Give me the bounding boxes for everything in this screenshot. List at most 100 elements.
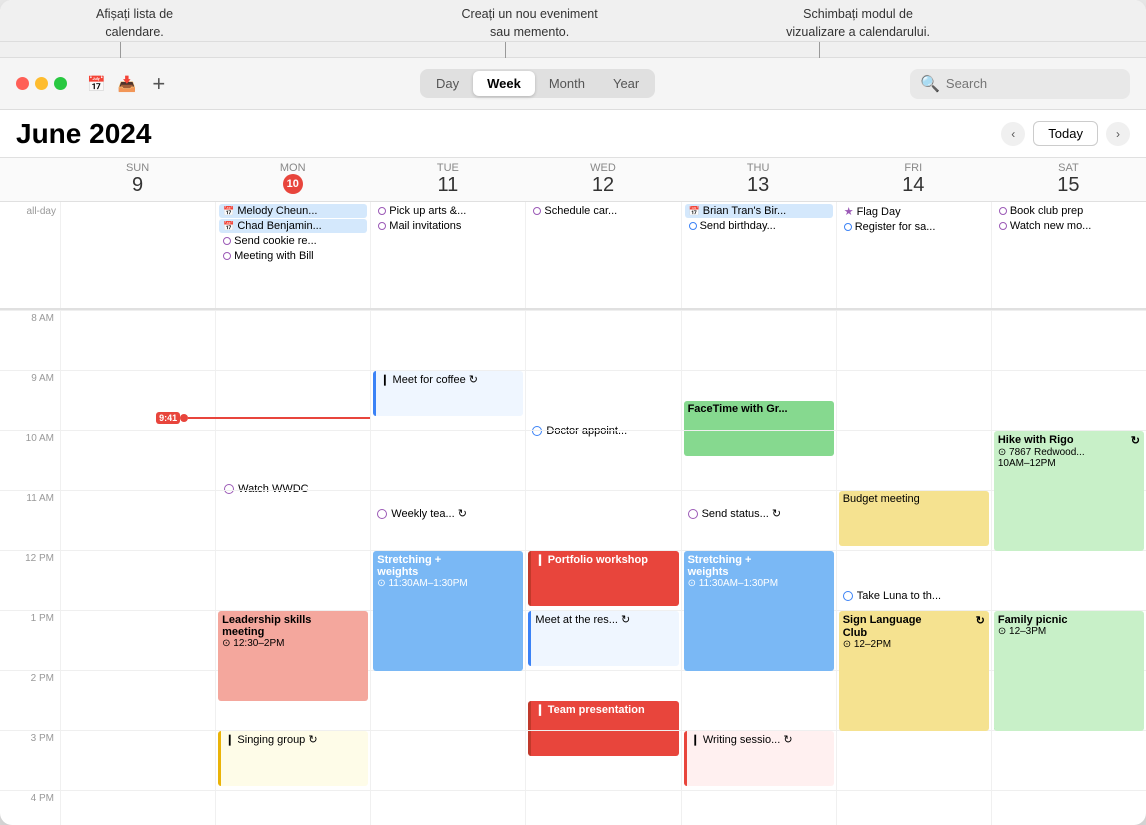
slot-fri-8[interactable] <box>836 310 991 370</box>
list-item[interactable]: Pick up arts &... <box>374 204 522 218</box>
list-item[interactable]: ❙ Singing group ↻ <box>218 731 368 786</box>
slot-sun-3[interactable] <box>60 730 215 790</box>
slot-wed-1[interactable]: Meet at the res... ↻ <box>525 610 680 670</box>
slot-sat-12[interactable] <box>991 550 1146 610</box>
slot-fri-11[interactable]: Budget meeting <box>836 490 991 550</box>
tab-month[interactable]: Month <box>535 71 599 96</box>
list-item[interactable]: Family picnic ⊙ 12–3PM <box>994 611 1144 731</box>
slot-mon-12[interactable] <box>215 550 370 610</box>
list-item[interactable]: Send status... ↻ <box>684 491 834 536</box>
slot-fri-9[interactable] <box>836 370 991 430</box>
slot-tue-11[interactable]: Weekly tea... ↻ <box>370 490 525 550</box>
next-week-button[interactable]: › <box>1106 122 1130 146</box>
list-item[interactable]: Watch new mo... <box>995 219 1143 233</box>
list-item[interactable]: ★ Flag Day <box>840 204 988 219</box>
slot-sat-8[interactable] <box>991 310 1146 370</box>
fullscreen-button[interactable] <box>54 77 67 90</box>
slot-tue-12[interactable]: Stretching + weights ⊙ 11:30AM–1:30PM <box>370 550 525 610</box>
list-item[interactable]: Stretching + weights ⊙ 11:30AM–1:30PM <box>373 551 523 671</box>
tab-year[interactable]: Year <box>599 71 653 96</box>
slot-mon-11[interactable] <box>215 490 370 550</box>
list-item[interactable]: ❙ Meet for coffee ↻ <box>373 371 523 416</box>
list-item[interactable]: Call Jenny <box>994 821 1144 825</box>
slot-mon-3[interactable]: ❙ Singing group ↻ <box>215 730 370 790</box>
slot-wed-8[interactable] <box>525 310 680 370</box>
list-item[interactable]: Sign Language ↻ Club ⊙ 12–2PM <box>839 611 989 731</box>
slot-thu-12[interactable]: Stretching + weights ⊙ 11:30AM–1:30PM <box>681 550 836 610</box>
slot-fri-4[interactable] <box>836 790 991 825</box>
list-item[interactable]: Leadership skills meeting ⊙ 12:30–2PM <box>218 611 368 701</box>
list-item[interactable]: Hike with Rigo ↻ ⊙ 7867 Redwood... 10AM–… <box>994 431 1144 551</box>
slot-thu-9[interactable]: FaceTime with Gr... <box>681 370 836 430</box>
search-bar[interactable]: 🔍 <box>910 69 1130 99</box>
slot-tue-9[interactable]: ❙ Meet for coffee ↻ <box>370 370 525 430</box>
slot-sat-9[interactable] <box>991 370 1146 430</box>
slot-sun-11[interactable] <box>60 490 215 550</box>
list-item[interactable]: 📅 Brian Tran's Bir... <box>685 204 833 218</box>
slot-sat-1[interactable]: Family picnic ⊙ 12–3PM <box>991 610 1146 670</box>
close-button[interactable] <box>16 77 29 90</box>
slot-sun-8[interactable] <box>60 310 215 370</box>
slot-thu-8[interactable] <box>681 310 836 370</box>
slot-sun-2[interactable] <box>60 670 215 730</box>
slot-sun-10[interactable] <box>60 430 215 490</box>
slot-mon-9[interactable]: 9:41 <box>215 370 370 430</box>
minimize-button[interactable] <box>35 77 48 90</box>
time-grid[interactable]: 8 AM 9 AM 9:41 <box>0 310 1146 825</box>
slot-sun-9[interactable] <box>60 370 215 430</box>
slot-wed-4[interactable] <box>525 790 680 825</box>
slot-tue-4[interactable] <box>370 790 525 825</box>
slot-mon-4[interactable] <box>215 790 370 825</box>
slot-fri-10[interactable] <box>836 430 991 490</box>
list-item[interactable]: Send birthday... <box>685 219 833 233</box>
slot-thu-11[interactable]: Send status... ↻ <box>681 490 836 550</box>
tab-day[interactable]: Day <box>422 71 473 96</box>
inbox-icon[interactable]: 📥 <box>118 75 137 93</box>
list-item[interactable]: 📅 Chad Benjamin... <box>219 219 367 233</box>
slot-sun-4[interactable] <box>60 790 215 825</box>
list-item[interactable]: Weekly tea... ↻ <box>373 491 523 536</box>
slot-wed-3[interactable] <box>525 730 680 790</box>
list-item[interactable]: Register for sa... <box>840 220 988 234</box>
slot-sat-4[interactable]: Call Jenny <box>991 790 1146 825</box>
slot-mon-8[interactable] <box>215 310 370 370</box>
list-item[interactable]: 📅 Melody Cheun... <box>219 204 367 218</box>
list-item[interactable]: Mail invitations <box>374 219 522 233</box>
slot-mon-1[interactable]: Leadership skills meeting ⊙ 12:30–2PM <box>215 610 370 670</box>
slot-wed-11[interactable] <box>525 490 680 550</box>
slot-tue-3[interactable] <box>370 730 525 790</box>
tab-week[interactable]: Week <box>473 71 535 96</box>
calendar-list-icon[interactable]: 📅 <box>87 75 106 93</box>
slot-thu-3[interactable]: ❙ Writing sessio... ↻ <box>681 730 836 790</box>
slot-mon-10[interactable]: Watch WWDC <box>215 430 370 490</box>
list-item[interactable]: ❙ Writing sessio... ↻ <box>684 731 834 786</box>
slot-sat-3[interactable] <box>991 730 1146 790</box>
slot-tue-8[interactable] <box>370 310 525 370</box>
slot-sun-12[interactable] <box>60 550 215 610</box>
slot-wed-9[interactable]: Doctor appoint... <box>525 370 680 430</box>
list-item[interactable]: Book club prep <box>995 204 1143 218</box>
slot-thu-10[interactable] <box>681 430 836 490</box>
list-item[interactable]: Send cookie re... <box>219 234 367 248</box>
list-item[interactable]: Stretching + weights ⊙ 11:30AM–1:30PM <box>684 551 834 671</box>
slot-fri-3[interactable] <box>836 730 991 790</box>
slot-wed-12[interactable]: ❙ Portfolio workshop <box>525 550 680 610</box>
slot-wed-2[interactable]: ❙ Team presentation <box>525 670 680 730</box>
list-item[interactable]: Schedule car... <box>529 204 677 218</box>
slot-wed-10[interactable] <box>525 430 680 490</box>
slot-tue-10[interactable] <box>370 430 525 490</box>
slot-tue-2[interactable] <box>370 670 525 730</box>
list-item[interactable]: Meet at the res... ↻ <box>528 611 678 666</box>
search-input[interactable] <box>946 76 1106 91</box>
slot-sat-10[interactable]: Hike with Rigo ↻ ⊙ 7867 Redwood... 10AM–… <box>991 430 1146 490</box>
today-button[interactable]: Today <box>1033 121 1098 146</box>
prev-week-button[interactable]: ‹ <box>1001 122 1025 146</box>
slot-thu-2[interactable] <box>681 670 836 730</box>
list-item[interactable]: Meeting with Bill <box>219 249 367 263</box>
slot-sun-1[interactable] <box>60 610 215 670</box>
add-event-button[interactable]: + <box>152 71 165 97</box>
slot-thu-4[interactable] <box>681 790 836 825</box>
slot-fri-12[interactable]: Take Luna to th... <box>836 550 991 610</box>
list-item[interactable]: Budget meeting <box>839 491 989 546</box>
list-item[interactable]: ❙ Portfolio workshop <box>528 551 678 606</box>
